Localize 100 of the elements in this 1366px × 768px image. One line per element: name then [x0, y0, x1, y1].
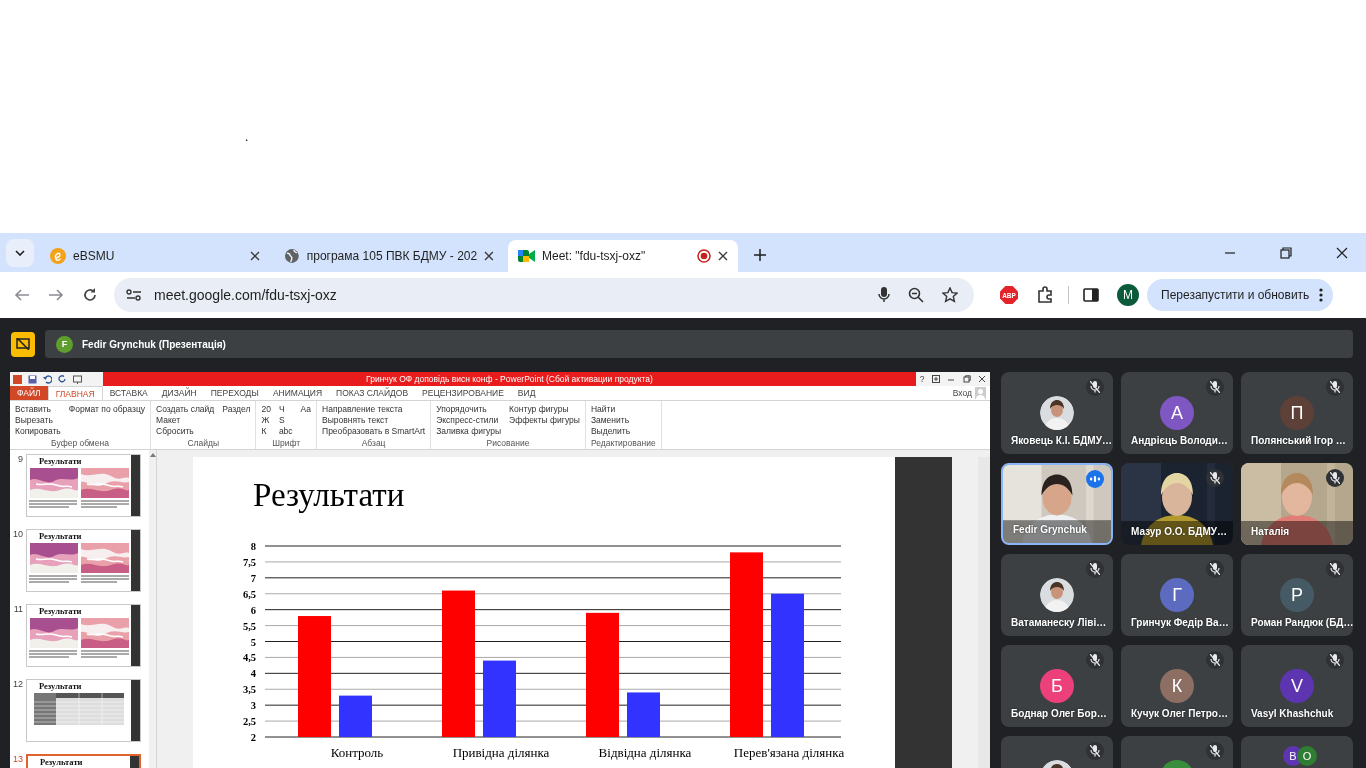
update-button[interactable]: Перезапустити и обновить: [1147, 279, 1334, 311]
undo-icon[interactable]: [43, 374, 52, 384]
ribbon-command[interactable]: abc: [278, 425, 293, 436]
stop-presenting-button[interactable]: [11, 331, 35, 357]
participant-tile[interactable]: В О: [1241, 736, 1353, 768]
participant-tile[interactable]: К Кучук Олег Петро…: [1121, 645, 1233, 727]
save-icon[interactable]: [28, 374, 37, 384]
close-icon[interactable]: [718, 251, 728, 261]
ribbon-command[interactable]: Создать слайд: [156, 403, 215, 414]
ribbon-command[interactable]: Преобразовать в SmartArt: [322, 425, 426, 436]
avatar: А: [1160, 396, 1194, 430]
slide-thumbnail[interactable]: Результати: [26, 529, 141, 592]
video-camera-icon: [518, 249, 535, 263]
ribbon-command[interactable]: Выделить: [590, 425, 656, 436]
participant-tile[interactable]: Яковець К.І. БДМУ…: [1001, 372, 1113, 454]
globe-icon: [284, 248, 300, 264]
participant-tile[interactable]: Б Боднар Олег Бор…: [1001, 645, 1113, 727]
avatar: П: [1280, 396, 1314, 430]
ribbon-command[interactable]: Ч: [278, 403, 293, 414]
help-button[interactable]: ?: [919, 374, 925, 384]
participant-tile[interactable]: Ватаманеску Ліві…: [1001, 554, 1113, 636]
sign-in-link[interactable]: Вход: [952, 388, 972, 398]
ribbon-command[interactable]: К: [261, 425, 271, 436]
slide-thumbnail[interactable]: Результати: [26, 679, 141, 742]
ribbon-tab[interactable]: ВСТАВКА: [102, 386, 155, 400]
slideshow-icon[interactable]: [73, 374, 82, 384]
redo-icon[interactable]: [58, 374, 67, 384]
restore-icon[interactable]: [962, 375, 971, 383]
ribbon-tab[interactable]: ПЕРЕХОДЫ: [203, 386, 266, 400]
slide-thumbnail[interactable]: Результати: [26, 604, 141, 667]
zoom-icon[interactable]: [908, 287, 924, 303]
close-icon[interactable]: [250, 251, 260, 261]
ribbon-tab[interactable]: ДИЗАЙН: [154, 386, 204, 400]
ribbon-command[interactable]: Формат по образцу: [68, 403, 145, 414]
side-panel-icon[interactable]: [1083, 288, 1099, 302]
participant-name: Кучук Олег Петро…: [1131, 708, 1228, 719]
site-settings-icon[interactable]: [126, 288, 142, 302]
reload-icon[interactable]: [82, 287, 98, 303]
participant-tile[interactable]: Fedir Grynchuk: [1001, 463, 1113, 545]
tab-title: eBSMU: [73, 249, 116, 263]
star-icon[interactable]: [942, 287, 958, 303]
tab-title: Meet: "fdu-tsxj-oxz": [542, 249, 647, 263]
ribbon-command[interactable]: 20: [261, 403, 271, 414]
ribbon-command[interactable]: Упорядочить: [436, 403, 502, 414]
ribbon-command[interactable]: Ж: [261, 414, 271, 425]
ribbon-command[interactable]: Заливка фигуры: [436, 425, 502, 436]
participant-name: Наталія: [1251, 526, 1290, 537]
participant-tile[interactable]: V Vasyl Khashchuk: [1241, 645, 1353, 727]
address-bar[interactable]: meet.google.com/fdu-tsxj-oxz: [114, 278, 974, 312]
ribbon-command[interactable]: S: [278, 414, 293, 425]
ribbon-tab[interactable]: АНИМАЦИЯ: [265, 386, 330, 400]
browser-tab[interactable]: eBSMU: [40, 240, 270, 272]
puzzle-icon[interactable]: [1036, 286, 1054, 304]
slide-thumbnail[interactable]: Результати: [26, 454, 141, 517]
scroll-up-icon[interactable]: [149, 452, 156, 457]
ribbon-command[interactable]: Вставить: [15, 403, 61, 414]
participant-name: Яковець К.І. БДМУ…: [1011, 435, 1112, 446]
microphone-icon[interactable]: [878, 287, 890, 303]
participant-tile[interactable]: П Полянський Ігор …: [1241, 372, 1353, 454]
participant-tile[interactable]: Мазур О.О. БДМУ…: [1121, 463, 1233, 545]
close-icon[interactable]: [978, 375, 987, 383]
ribbon-command[interactable]: Выровнять текст: [322, 414, 426, 425]
close-icon[interactable]: [1336, 247, 1348, 259]
browser-tab[interactable]: Meet: "fdu-tsxj-oxz": [508, 240, 738, 272]
ribbon-tab[interactable]: ВИД: [510, 386, 543, 400]
scrollbar[interactable]: [978, 457, 990, 768]
participant-tile[interactable]: Наталія: [1241, 463, 1353, 545]
restore-icon[interactable]: [1280, 247, 1292, 259]
ribbon-command[interactable]: Эффекты фигуры: [509, 414, 580, 425]
ribbon-tab[interactable]: РЕЦЕНЗИРОВАНИЕ: [415, 386, 511, 400]
back-icon[interactable]: [14, 287, 30, 303]
ribbon-options-icon[interactable]: [931, 375, 940, 383]
browser-tab[interactable]: програма 105 ПВК БДМУ - 202: [274, 240, 504, 272]
participant-tile[interactable]: Р Роман Рандюк (БД…: [1241, 554, 1353, 636]
ribbon-command[interactable]: Направление текста: [322, 403, 426, 414]
ribbon-command[interactable]: Копировать: [15, 425, 61, 436]
ribbon-command[interactable]: Вырезать: [15, 414, 61, 425]
kebab-menu-icon[interactable]: [1319, 288, 1324, 302]
ribbon-command[interactable]: Экспресс-стили: [436, 414, 502, 425]
participant-tile[interactable]: А Андрієць Володи…: [1121, 372, 1233, 454]
ribbon-command[interactable]: Контур фигуры: [509, 403, 580, 414]
profile-avatar[interactable]: M: [1117, 284, 1139, 306]
forward-icon[interactable]: [48, 287, 64, 303]
ribbon-command[interactable]: Сбросить: [156, 425, 215, 436]
tab-search-button[interactable]: [6, 239, 34, 267]
thumbnail-title: Результати: [39, 532, 82, 541]
ribbon-command[interactable]: Раздел: [222, 403, 251, 414]
ribbon-tab[interactable]: ФАЙЛ: [10, 386, 48, 400]
ribbon-tab[interactable]: ПОКАЗ СЛАЙДОВ: [329, 386, 416, 400]
caret-icon[interactable]: [15, 250, 25, 256]
ribbon-command[interactable]: Заменить: [590, 414, 656, 425]
close-icon[interactable]: [484, 251, 494, 261]
new-tab-icon[interactable]: [754, 249, 766, 261]
ribbon-command[interactable]: Найти: [590, 403, 656, 414]
screen-slash-icon[interactable]: [16, 338, 30, 350]
ribbon-command[interactable]: Макет: [156, 414, 215, 425]
slide-thumbnail[interactable]: Результати: [26, 754, 141, 768]
axis-tick-label: 7,5: [242, 556, 256, 568]
participant-tile[interactable]: Г Гринчук Федір Ва…: [1121, 554, 1233, 636]
ribbon-command[interactable]: Aa: [300, 403, 311, 414]
